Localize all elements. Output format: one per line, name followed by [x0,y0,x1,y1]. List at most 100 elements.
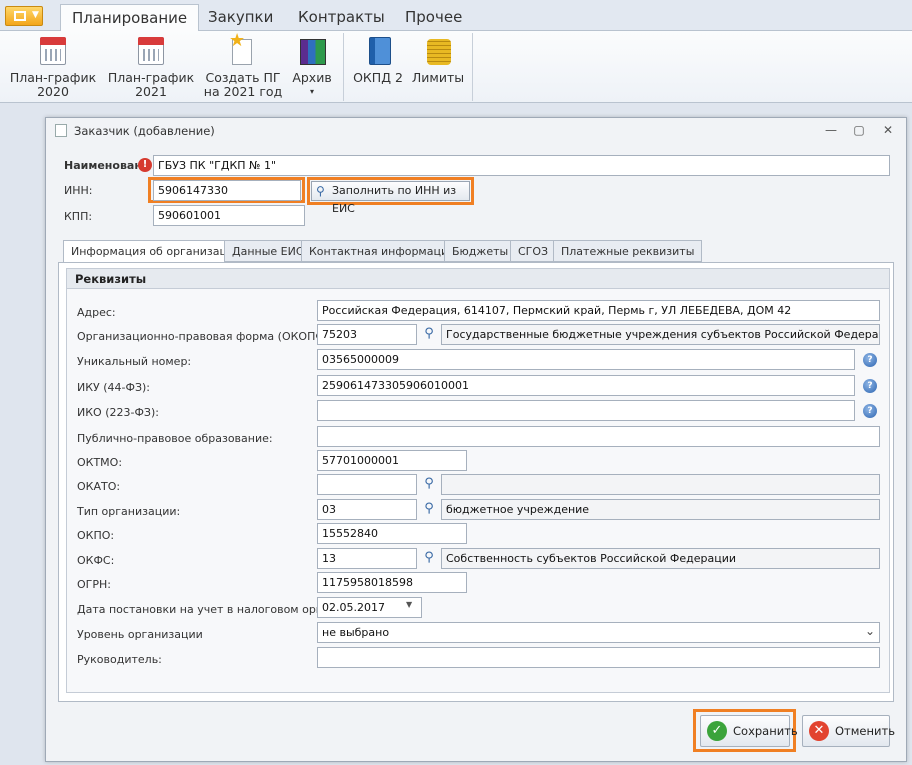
oktmo-label: ОКТМО: [77,456,123,469]
org-type-text: бюджетное учреждение [441,499,880,520]
fill-by-inn-label: Заполнить по ИНН из ЕИС [332,184,457,215]
tab-strip: Информация об организации Данные ЕИС Кон… [63,240,893,264]
ribbon-tab-bar: ▼ Планирование Закупки Контракты Прочее [0,0,912,32]
ogrn-label: ОГРН: [77,578,111,591]
org-level-select[interactable]: не выбрано [317,622,880,643]
help-icon[interactable]: ? [863,353,877,367]
chevron-down-icon: ▾ [309,87,314,96]
search-icon[interactable]: ⚲ [418,548,440,569]
okopf-label: Организационно-правовая форма (ОКОПФ): [77,330,333,343]
iku-input[interactable]: 259061473305906010001 [317,375,855,396]
plan-2020-label: План-график [9,70,97,85]
okfs-label: ОКФС: [77,554,115,567]
create-plan-label-2: на 2021 год [203,84,283,99]
ogrn-input[interactable]: 1175958018598 [317,572,467,593]
tab-payment-details[interactable]: Платежные реквизиты [553,240,703,262]
maximize-button[interactable]: ▢ [850,122,868,138]
plan-2021-label: План-график [107,70,195,85]
inn-label: ИНН: [64,184,93,197]
save-label: Сохранить [733,724,798,738]
tab-other[interactable]: Прочее [394,4,473,31]
okfs-text: Собственность субъектов Российской Федер… [441,548,880,569]
archive-button[interactable]: Архив ▾ [288,31,336,103]
ribbon-separator [472,33,473,101]
app-menu-icon [14,11,26,21]
requisites-group: Реквизиты Адрес: Российская Федерация, 6… [66,268,890,693]
limits-button[interactable]: Лимиты [409,31,467,103]
okato-text [441,474,880,495]
close-button[interactable]: ✕ [879,122,897,138]
tab-eis-data[interactable]: Данные ЕИС [224,240,312,262]
plan-2020-year: 2020 [37,84,69,99]
unique-number-input[interactable]: 03565000009 [317,349,855,370]
ribbon-separator [343,33,344,101]
address-input[interactable]: Российская Федерация, 614107, Пермский к… [317,300,880,321]
tab-contracts[interactable]: Контракты [287,4,396,31]
help-icon[interactable]: ? [863,379,877,393]
create-plan-label: Создать ПГ [205,70,281,85]
cancel-icon: ✕ [809,721,829,741]
kpp-input[interactable]: 590601001 [153,205,305,226]
unique-number-label: Уникальный номер: [77,355,192,368]
dialog-title: Заказчик (добавление) [74,124,215,138]
ppo-label: Публично-правовое образование: [77,432,273,445]
customer-dialog: Заказчик (добавление) — ▢ ✕ Наименован !… [45,117,907,762]
org-level-label: Уровень организации [77,628,203,641]
calendar-icon [138,37,164,65]
archive-icon [300,39,326,65]
plan-2020-button[interactable]: План-график 2020 [6,31,100,103]
error-icon: ! [138,158,152,172]
tab-purchases[interactable]: Закупки [197,4,284,31]
tab-contact-info[interactable]: Контактная информация [301,240,463,262]
search-icon[interactable]: ⚲ [418,474,440,495]
head-input[interactable] [317,647,880,668]
minimize-button[interactable]: — [822,122,840,138]
create-plan-button[interactable]: Создать ПГ на 2021 год [200,31,286,103]
save-button[interactable]: ✓ Сохранить [700,715,798,747]
plan-2021-year: 2021 [135,84,167,99]
okopf-code-input[interactable]: 75203 [317,324,417,345]
tab-planning[interactable]: Планирование [60,4,200,32]
calendar-icon [40,37,66,65]
cancel-label: Отменить [835,724,895,738]
okpo-input[interactable]: 15552840 [317,523,467,544]
coins-icon [427,39,451,65]
check-icon: ✓ [707,721,727,741]
okpo-label: ОКПО: [77,529,115,542]
head-label: Руководитель: [77,653,162,666]
name-input[interactable]: ГБУЗ ПК "ГДКП № 1" [153,155,890,176]
chevron-down-icon[interactable]: ⌄ [865,624,875,638]
plan-2021-button[interactable]: План-график 2021 [104,31,198,103]
book-icon [369,37,391,65]
fill-by-inn-button[interactable]: ⚲ Заполнить по ИНН из ЕИС [311,181,470,215]
iku-label: ИКУ (44-ФЗ): [77,381,151,394]
tab-sgoz[interactable]: СГОЗ [510,240,557,262]
iko-input[interactable] [317,400,855,421]
oktmo-input[interactable]: 57701000001 [317,450,467,471]
document-edit-icon [55,124,67,137]
search-icon[interactable]: ⚲ [418,499,440,520]
okato-code-input[interactable] [317,474,417,495]
ribbon-panel: План-график 2020 План-график 2021 Создат… [0,31,912,103]
cancel-button[interactable]: ✕ Отменить [802,715,895,747]
tab-page-org-info: Реквизиты Адрес: Российская Федерация, 6… [58,262,894,702]
app-menu-button[interactable]: ▼ [5,6,43,26]
magic-wand-icon [229,34,252,65]
tab-org-info[interactable]: Информация об организации [63,240,250,264]
archive-label: Архив [292,70,332,85]
okopf-text: Государственные бюджетные учреждения суб… [441,324,880,345]
org-type-code-input[interactable]: 03 [317,499,417,520]
chevron-down-icon[interactable]: ▼ [406,600,412,609]
inn-input[interactable]: 5906147330 [153,180,301,201]
tab-budgets[interactable]: Бюджеты [444,240,517,262]
ppo-input[interactable] [317,426,880,447]
kpp-label: КПП: [64,210,93,223]
okfs-code-input[interactable]: 13 [317,548,417,569]
search-icon: ⚲ [316,184,325,198]
help-icon[interactable]: ? [863,404,877,418]
search-icon[interactable]: ⚲ [418,324,440,345]
group-title: Реквизиты [67,269,889,289]
okpd-button[interactable]: ОКПД 2 [350,31,406,103]
address-label: Адрес: [77,306,116,319]
chevron-down-icon: ▼ [32,10,39,20]
